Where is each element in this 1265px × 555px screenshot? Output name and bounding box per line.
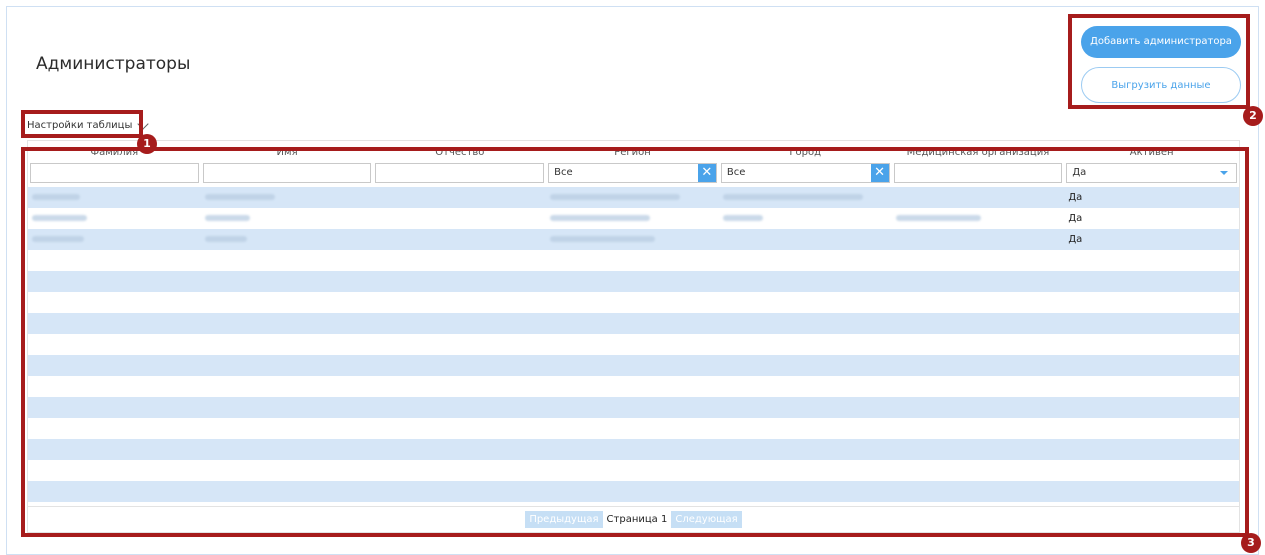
annotation-badge-3: 3 — [1241, 533, 1261, 553]
annotation-box-1 — [21, 110, 143, 138]
page-title: Администраторы — [36, 54, 191, 74]
annotation-box-2 — [1068, 14, 1250, 109]
annotation-badge-2: 2 — [1243, 106, 1263, 126]
annotation-box-3 — [21, 147, 1249, 537]
annotation-badge-1: 1 — [137, 134, 157, 154]
